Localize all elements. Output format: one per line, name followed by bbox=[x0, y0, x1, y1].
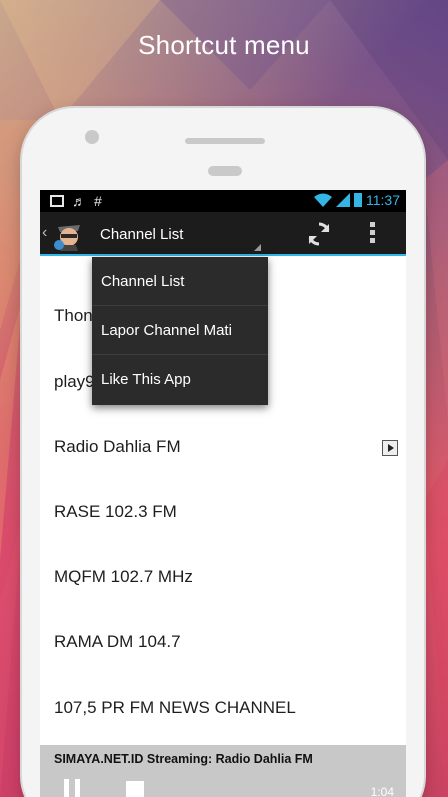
menu-item-lapor-channel-mati[interactable]: Lapor Channel Mati bbox=[92, 306, 268, 355]
spinner-triangle-icon bbox=[254, 244, 261, 251]
wifi-icon bbox=[314, 193, 332, 207]
channel-name: Thon bbox=[54, 306, 93, 325]
battery-icon bbox=[354, 193, 362, 207]
list-item[interactable]: 107,5 PR FM NEWS CHANNEL bbox=[40, 676, 406, 741]
menu-item-like-this-app[interactable]: Like This App bbox=[92, 355, 268, 404]
front-camera bbox=[85, 130, 99, 144]
signal-icon bbox=[336, 193, 350, 207]
overflow-menu-icon[interactable] bbox=[368, 222, 376, 246]
channel-name: MQFM 102.7 MHz bbox=[54, 567, 193, 586]
channel-list-spinner[interactable]: Channel List bbox=[100, 226, 183, 243]
list-item[interactable]: RASE 102.3 FM bbox=[40, 480, 406, 545]
image-icon bbox=[50, 195, 64, 207]
list-item[interactable]: Radio Dahlia FM bbox=[40, 415, 406, 480]
action-bar: ‹ Channel List bbox=[40, 212, 406, 256]
list-item[interactable]: MQFM 102.7 MHz bbox=[40, 545, 406, 610]
earpiece-speaker bbox=[185, 138, 265, 144]
proximity-sensor bbox=[208, 166, 242, 176]
promo-title: Shortcut menu bbox=[138, 30, 310, 60]
phone-frame: ♬ # 11:37 ‹ Channel List Thon play9 Radi… bbox=[22, 108, 424, 797]
refresh-icon[interactable] bbox=[306, 221, 332, 247]
pause-icon[interactable] bbox=[64, 779, 82, 797]
back-chevron-icon[interactable]: ‹ bbox=[42, 224, 47, 242]
app-logo-icon[interactable] bbox=[52, 217, 86, 251]
shortcut-dropdown-menu: Channel List Lapor Channel Mati Like Thi… bbox=[92, 257, 268, 405]
status-time: 11:37 bbox=[366, 192, 400, 208]
now-playing-bar: SIMAYA.NET.ID Streaming: Radio Dahlia FM… bbox=[40, 745, 406, 797]
menu-item-label: Channel List bbox=[101, 273, 185, 290]
playback-time: 1:04 bbox=[370, 785, 394, 797]
now-playing-text: SIMAYA.NET.ID Streaming: Radio Dahlia FM bbox=[54, 752, 313, 766]
channel-name: 107,5 PR FM NEWS CHANNEL bbox=[54, 698, 296, 717]
play-icon[interactable] bbox=[382, 440, 398, 456]
menu-item-label: Like This App bbox=[101, 371, 191, 388]
list-item[interactable]: RAMA DM 104.7 bbox=[40, 610, 406, 675]
stop-icon[interactable] bbox=[126, 781, 144, 797]
status-bar: ♬ # 11:37 bbox=[40, 190, 406, 212]
channel-name: play9 bbox=[54, 372, 95, 391]
hash-icon: # bbox=[94, 193, 102, 209]
menu-item-label: Lapor Channel Mati bbox=[101, 322, 232, 339]
channel-name: RASE 102.3 FM bbox=[54, 502, 177, 521]
channel-name: RAMA DM 104.7 bbox=[54, 632, 181, 651]
phone-screen: ♬ # 11:37 ‹ Channel List Thon play9 Radi… bbox=[40, 190, 406, 797]
channel-name: Radio Dahlia FM bbox=[54, 437, 181, 456]
music-note-icon: ♬ bbox=[72, 193, 86, 209]
menu-item-channel-list[interactable]: Channel List bbox=[92, 257, 268, 306]
